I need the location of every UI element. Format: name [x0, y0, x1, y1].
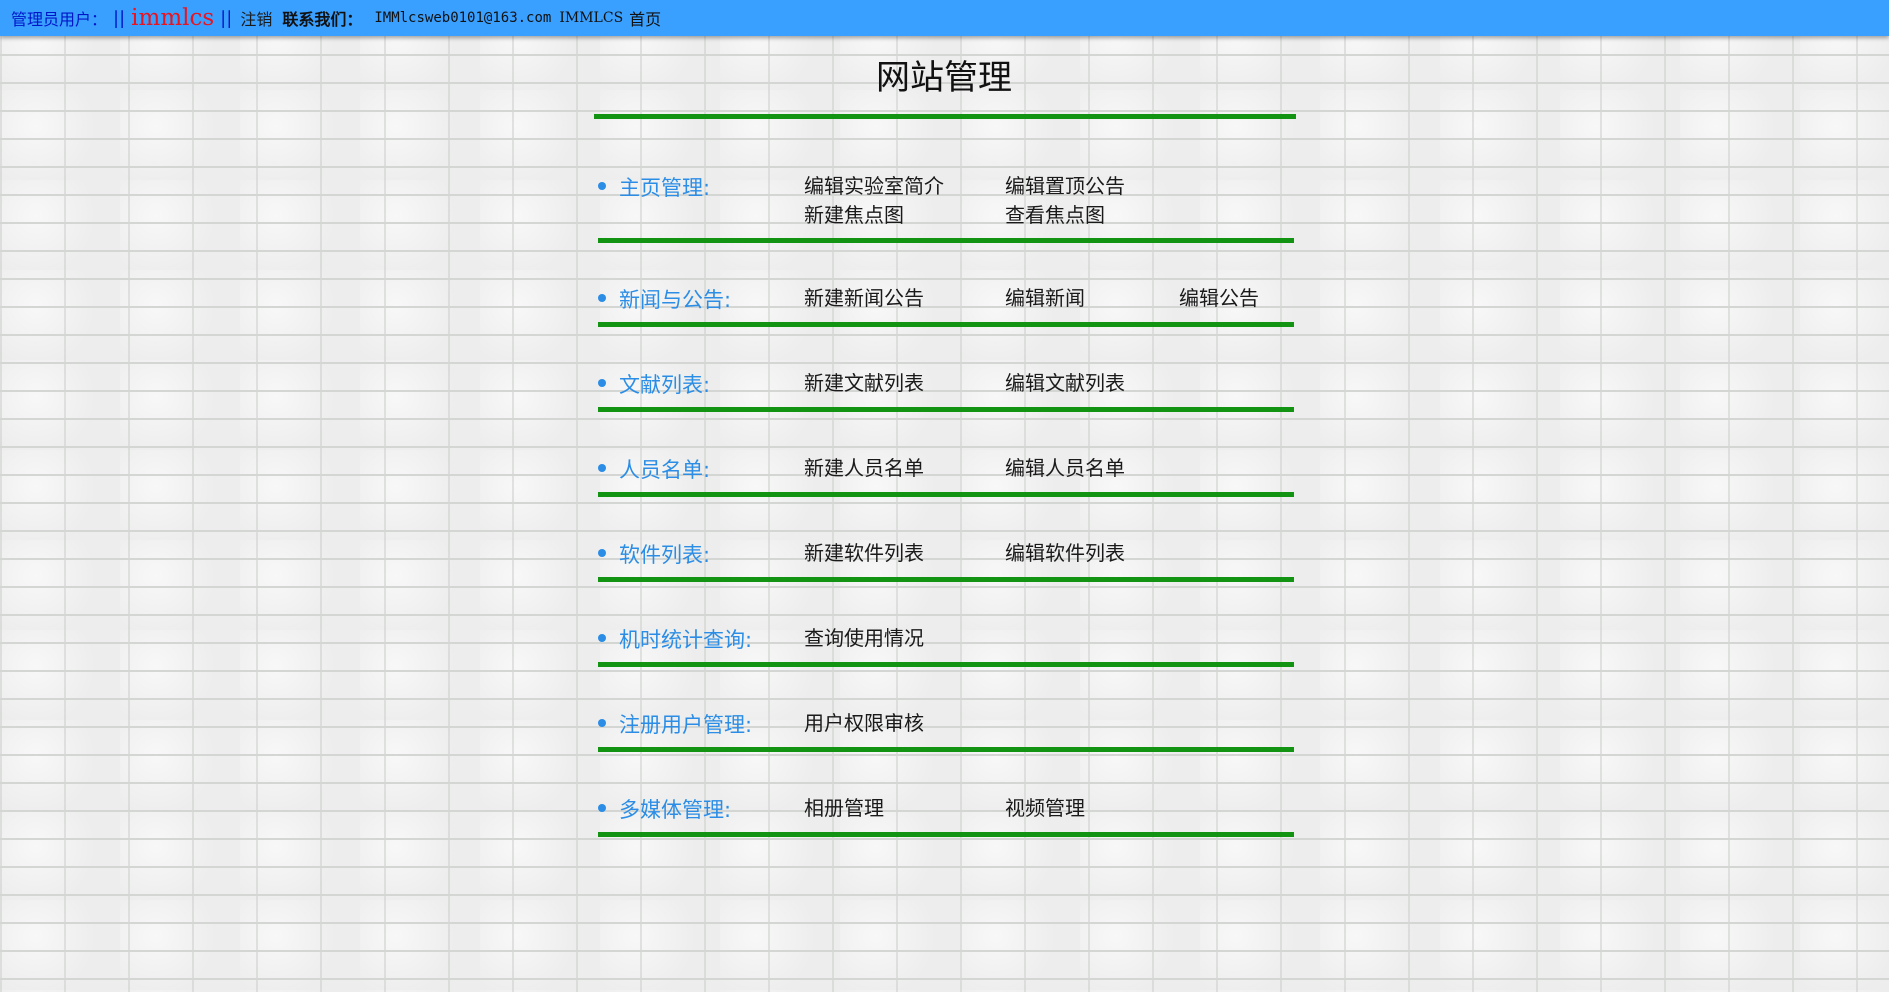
- section-machine-time: 机时统计查询: 查询使用情况: [598, 622, 1294, 672]
- link-view-focus-image[interactable]: 查看焦点图: [1005, 199, 1105, 228]
- link-new-news[interactable]: 新建新闻公告: [804, 282, 924, 311]
- top-bar: 管理员用户： || immlcs || 注销 联系我们： IMMlcsweb01…: [0, 0, 1889, 36]
- section-label: 人员名单:: [619, 458, 711, 482]
- separator: ||: [220, 7, 233, 29]
- section-label: 主页管理:: [619, 176, 711, 200]
- section-divider: [598, 407, 1294, 412]
- contact-label: 联系我们：: [282, 10, 363, 29]
- section-software: 软件列表: 新建软件列表 编辑软件列表: [598, 537, 1294, 587]
- bullet-icon: [598, 549, 606, 557]
- link-new-software[interactable]: 新建软件列表: [804, 537, 924, 566]
- link-video-management[interactable]: 视频管理: [1005, 792, 1085, 821]
- link-edit-pinned-notice[interactable]: 编辑置顶公告: [1005, 170, 1125, 199]
- admin-user-label: 管理员用户：: [11, 10, 108, 29]
- section-label: 文献列表:: [619, 373, 711, 397]
- section-user-management: 注册用户管理: 用户权限审核: [598, 707, 1294, 757]
- section-divider: [598, 577, 1294, 582]
- logout-link[interactable]: 注销: [240, 6, 272, 30]
- link-edit-members[interactable]: 编辑人员名单: [1005, 452, 1125, 481]
- separator: ||: [113, 7, 126, 29]
- section-divider: [598, 662, 1294, 667]
- link-edit-news[interactable]: 编辑新闻: [1005, 282, 1085, 311]
- link-edit-notice[interactable]: 编辑公告: [1179, 282, 1259, 311]
- section-label: 机时统计查询:: [619, 628, 753, 652]
- org-name: IMMLCS: [559, 10, 624, 26]
- section-divider: [598, 832, 1294, 837]
- section-label: 多媒体管理:: [619, 798, 732, 822]
- link-new-literature[interactable]: 新建文献列表: [804, 367, 924, 396]
- bullet-icon: [598, 804, 606, 812]
- section-divider: [598, 747, 1294, 752]
- link-query-usage[interactable]: 查询使用情况: [804, 622, 924, 651]
- home-link[interactable]: 首页: [629, 6, 661, 30]
- link-user-permission-review[interactable]: 用户权限审核: [804, 707, 924, 736]
- section-homepage: 主页管理: 编辑实验室简介 编辑置顶公告 新建焦点图 查看焦点图: [598, 170, 1294, 250]
- link-edit-literature[interactable]: 编辑文献列表: [1005, 367, 1125, 396]
- bullet-icon: [598, 634, 606, 642]
- link-new-members[interactable]: 新建人员名单: [804, 452, 924, 481]
- section-label: 新闻与公告:: [619, 288, 732, 312]
- bullet-icon: [598, 182, 606, 190]
- section-literature: 文献列表: 新建文献列表 编辑文献列表: [598, 367, 1294, 417]
- contact-email: IMMlcsweb0101@163.com: [374, 10, 552, 26]
- section-divider: [598, 322, 1294, 327]
- link-edit-software[interactable]: 编辑软件列表: [1005, 537, 1125, 566]
- username: immlcs: [131, 5, 215, 31]
- bullet-icon: [598, 294, 606, 302]
- page-title: 网站管理: [876, 58, 1012, 98]
- link-new-focus-image[interactable]: 新建焦点图: [804, 199, 904, 228]
- section-multimedia: 多媒体管理: 相册管理 视频管理: [598, 792, 1294, 842]
- section-news: 新闻与公告: 新建新闻公告 编辑新闻 编辑公告: [598, 282, 1294, 332]
- section-label: 注册用户管理:: [619, 713, 753, 737]
- title-divider: [594, 114, 1296, 119]
- link-edit-lab-intro[interactable]: 编辑实验室简介: [804, 170, 944, 199]
- section-label: 软件列表:: [619, 543, 711, 567]
- section-members: 人员名单: 新建人员名单 编辑人员名单: [598, 452, 1294, 502]
- bullet-icon: [598, 719, 606, 727]
- bullet-icon: [598, 464, 606, 472]
- section-divider: [598, 238, 1294, 243]
- section-divider: [598, 492, 1294, 497]
- link-album-management[interactable]: 相册管理: [804, 792, 884, 821]
- bullet-icon: [598, 379, 606, 387]
